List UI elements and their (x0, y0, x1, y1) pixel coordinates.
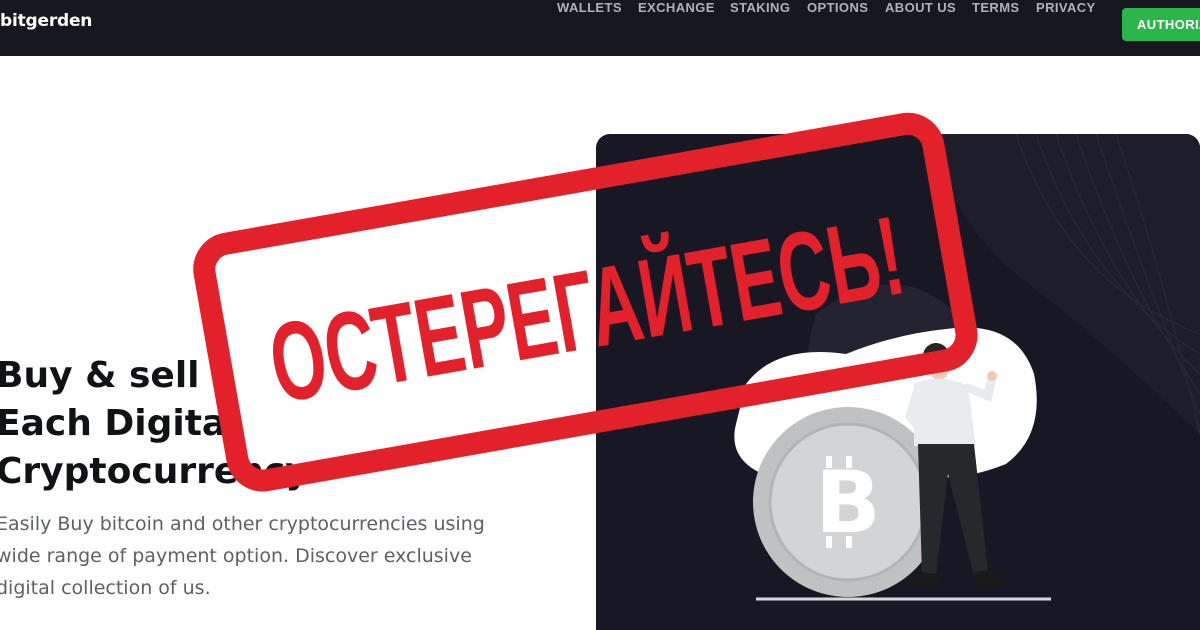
crypto-illustration: B (734, 134, 1200, 601)
nav-staking[interactable]: STAKING (730, 0, 790, 15)
hero-title-line: Cryptocurrency (0, 451, 309, 492)
nav-exchange[interactable]: EXCHANGE (638, 0, 715, 15)
hero-title-line: Buy & sell (0, 355, 200, 396)
brand-logo[interactable]: bitgerden (0, 11, 92, 31)
nav-wallets[interactable]: WALLETS (557, 0, 622, 15)
nav-options[interactable]: OPTIONS (807, 0, 868, 15)
hero-illustration-card: B (596, 134, 1200, 630)
nav-privacy[interactable]: PRIVACY (1036, 0, 1096, 15)
authorize-button[interactable]: AUTHORIZ (1122, 8, 1200, 41)
hero-description: Easily Buy bitcoin and other cryptocurre… (0, 513, 485, 599)
top-navigation-bar: bitgerden WALLETS EXCHANGE STAKING OPTIO… (0, 0, 1200, 56)
nav-terms[interactable]: TERMS (972, 0, 1020, 15)
nav-about-us[interactable]: ABOUT US (885, 0, 956, 15)
hero-title-line: Each Digital (0, 403, 239, 444)
hero-title: Buy & sell Each Digital Cryptocurrency (0, 352, 309, 496)
